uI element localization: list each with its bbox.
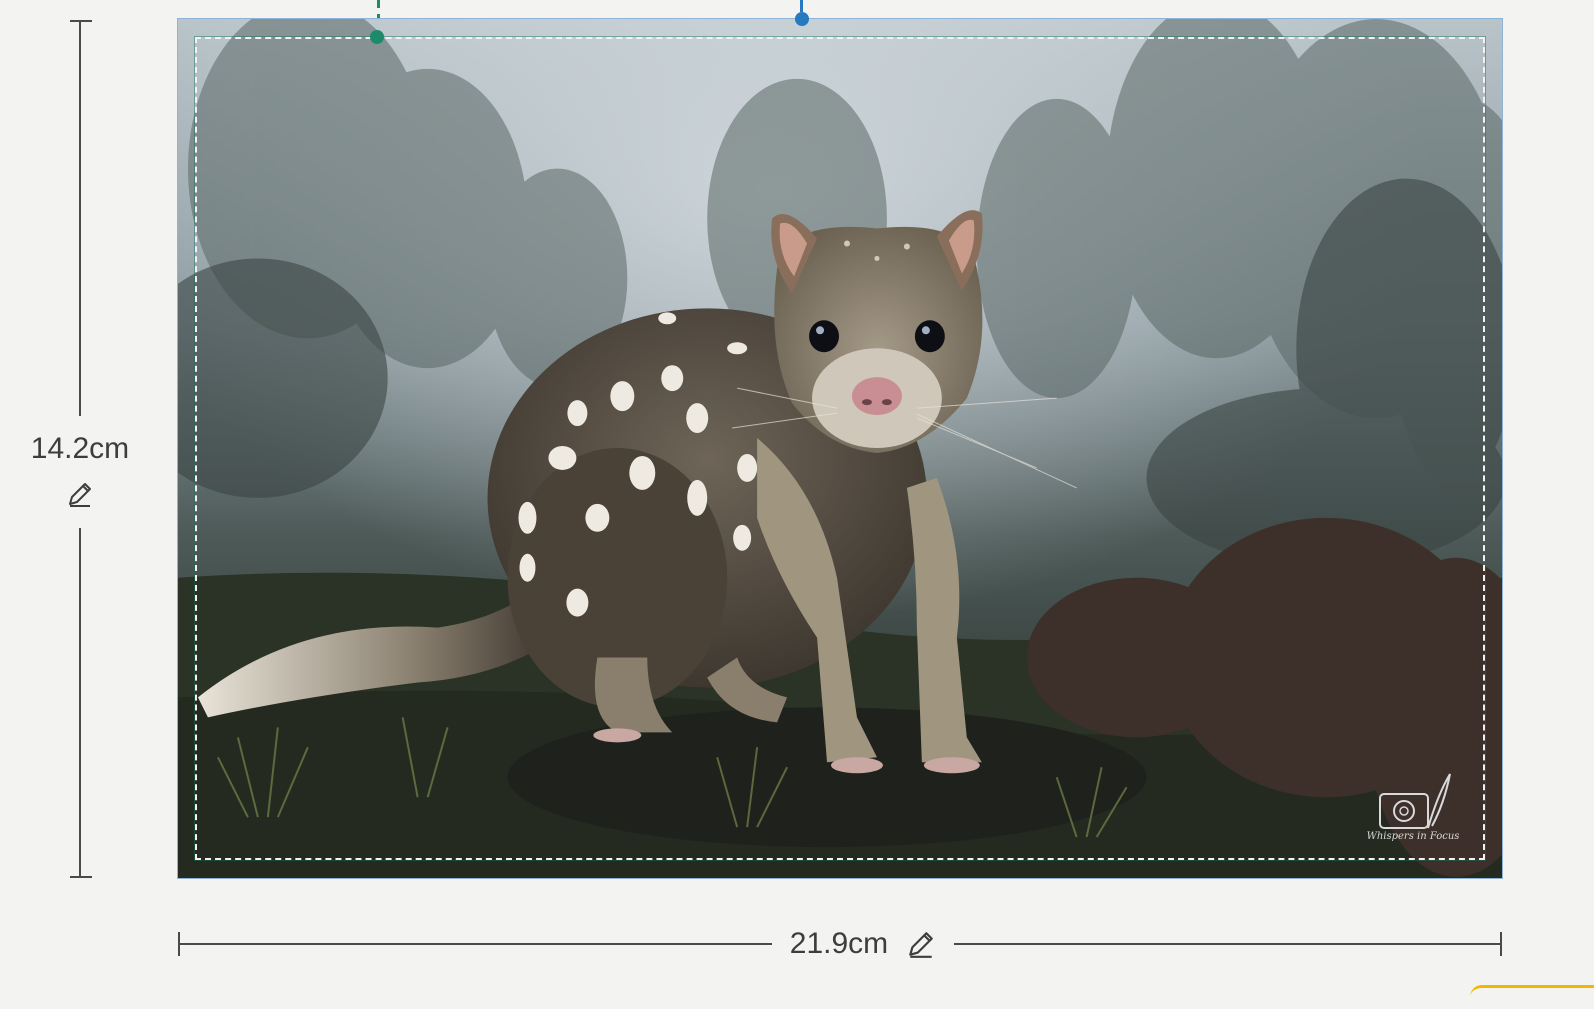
corner-accent [1470,985,1594,1009]
pencil-icon[interactable] [66,480,94,508]
ruler-cap-top [70,20,92,22]
position-guide-line [800,0,803,12]
position-handle[interactable] [795,12,809,26]
ruler-cap-bottom [70,876,92,878]
height-dimension-ruler: 14.2cm [30,20,130,878]
image-frame[interactable]: Whispers in Focus [177,18,1503,879]
width-dimension-ruler: 21.9cm [178,926,1504,966]
ruler-cap-right [1500,932,1502,956]
bleed-handle[interactable] [370,30,384,44]
ruler-line-upper [79,20,81,416]
ruler-line-right [954,943,1502,945]
watermark-text: Whispers in Focus [1366,831,1460,842]
width-label: 21.9cm [789,927,889,960]
ruler-line-lower [79,528,81,878]
ruler-line-left [178,943,772,945]
quoll-photo [178,19,1502,878]
pencil-icon[interactable] [906,929,936,959]
height-label: 14.2cm [30,432,130,465]
